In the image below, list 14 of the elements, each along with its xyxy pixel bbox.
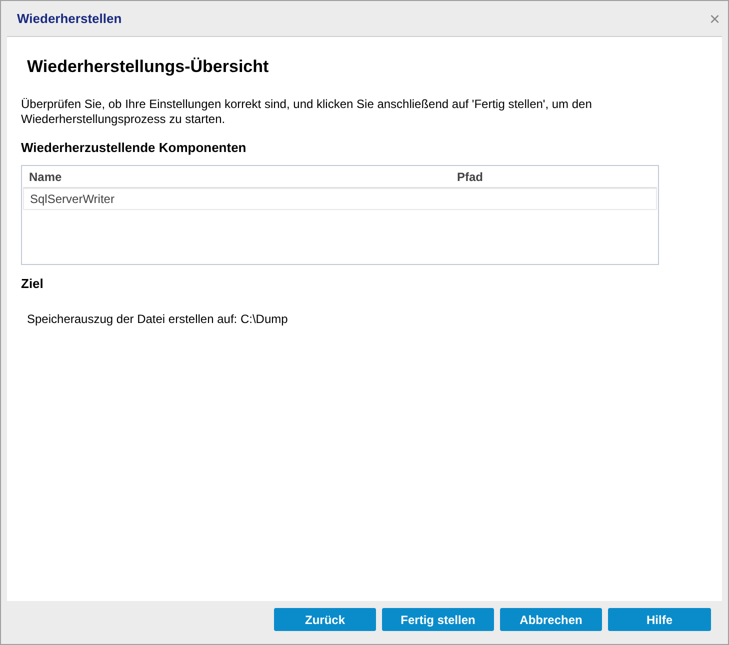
page-heading: Wiederherstellungs-Übersicht <box>26 56 270 78</box>
close-button[interactable]: × <box>709 10 720 28</box>
dialog-button[interactable]: Zurück <box>274 608 376 631</box>
target-text: Speicherauszug der Datei erstellen auf: C:\Dump <box>26 310 289 328</box>
dialog-button[interactable]: Abbrechen <box>500 608 602 631</box>
dialog-button[interactable]: Fertig stellen <box>382 608 494 631</box>
column-header: Pfad <box>457 169 484 186</box>
intro-text: Überprüfen Sie, ob Ihre Einstellungen korrekt sind, und klicken Sie anschließend auf 'Fertig stellen', um den Wiederherstellungsprozess zu starten. <box>21 96 593 126</box>
section-title: Wiederherzustellende Komponenten <box>21 138 248 157</box>
section-title: Ziel <box>21 275 44 293</box>
table-cell-text: SqlServerWriter <box>29 191 116 208</box>
dialog-button[interactable]: Hilfe <box>608 608 711 631</box>
window-title: Wiederherstellen <box>17 10 122 28</box>
column-header: Name <box>28 169 63 186</box>
